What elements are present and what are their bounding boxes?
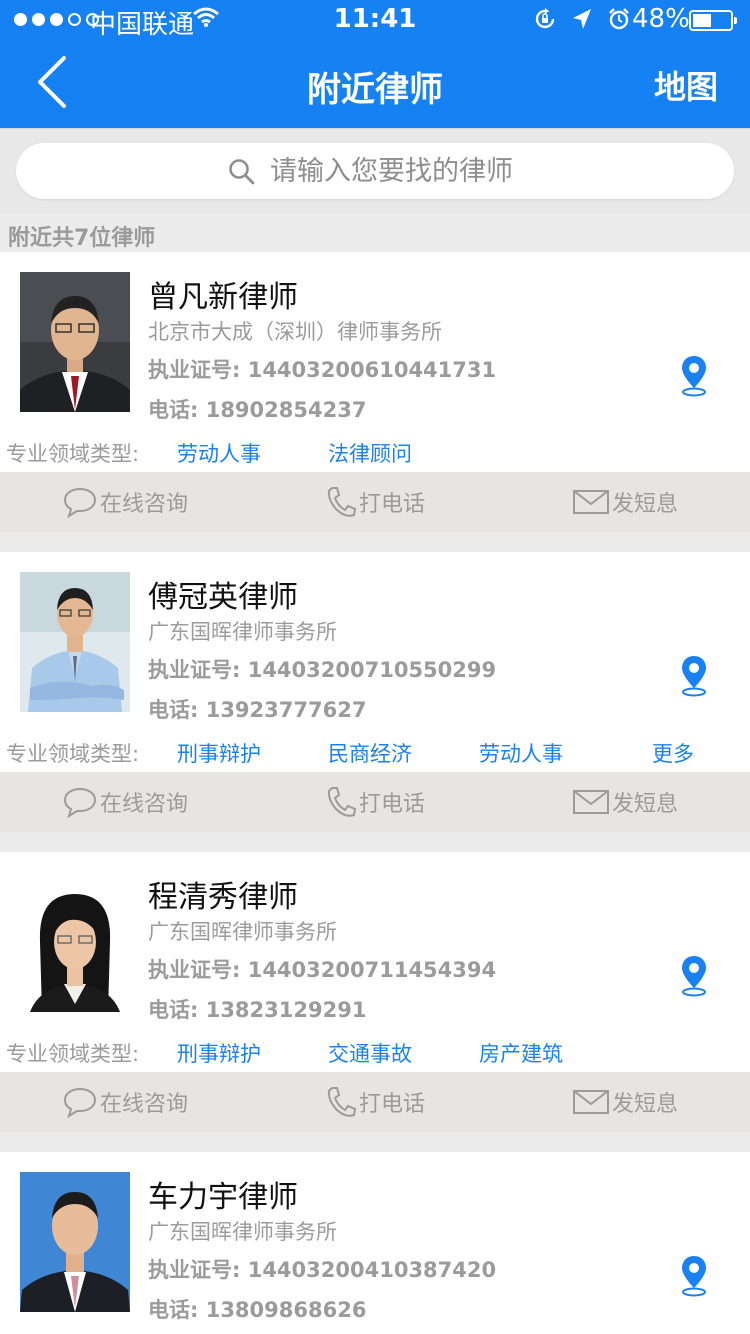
field-tag[interactable]: 劳动人事 <box>177 438 261 468</box>
search-field[interactable] <box>16 143 734 199</box>
alarm-icon <box>609 8 629 30</box>
phone-number: 电话: 13923777627 <box>148 698 367 722</box>
chat-bubble-icon <box>63 487 97 518</box>
online-consult-button[interactable]: 在线咨询 <box>62 1072 188 1132</box>
online-consult-button[interactable]: 在线咨询 <box>62 472 188 532</box>
call-button[interactable]: 打电话 <box>325 472 425 532</box>
page-title: 附近律师 <box>307 70 443 110</box>
result-count-bar: 附近共7位律师 <box>0 214 750 252</box>
law-firm: 广东国晖律师事务所 <box>148 1220 337 1244</box>
online-consult-label: 在线咨询 <box>100 492 189 517</box>
location-arrow-icon <box>573 9 591 29</box>
status-bar: 中国联通 11:41 48% <box>0 0 750 40</box>
call-button[interactable]: 打电话 <box>325 1072 425 1132</box>
orientation-lock-icon <box>535 8 555 29</box>
location-pin-icon[interactable] <box>680 954 708 998</box>
map-button[interactable]: 地图 <box>654 62 718 108</box>
battery-icon <box>689 10 737 31</box>
phone-icon <box>327 787 357 817</box>
lawyer-name[interactable]: 车力宇律师 <box>148 1172 298 1216</box>
chat-bubble-icon <box>63 1087 97 1118</box>
license-number: 执业证号: 14403200710550299 <box>148 658 497 682</box>
lawyer-card[interactable]: 傅冠英律师 广东国晖律师事务所 执业证号: 14403200710550299 … <box>0 552 750 832</box>
envelope-icon <box>573 490 609 514</box>
more-fields-link[interactable]: 更多 <box>652 738 694 768</box>
license-number: 执业证号: 14403200410387420 <box>148 1258 497 1282</box>
online-consult-button[interactable]: 在线咨询 <box>62 772 188 832</box>
license-number: 执业证号: 14403200610441731 <box>148 358 497 382</box>
law-firm: 广东国晖律师事务所 <box>148 620 337 644</box>
search-icon <box>229 159 255 185</box>
online-consult-label: 在线咨询 <box>100 792 189 817</box>
lawyer-name[interactable]: 曾凡新律师 <box>148 272 298 316</box>
phone-number: 电话: 13823129291 <box>148 998 367 1022</box>
fields-label: 专业领域类型: <box>6 742 140 766</box>
envelope-icon <box>573 790 609 814</box>
phone-number: 电话: 13809868626 <box>148 1298 367 1322</box>
send-sms-label: 发短息 <box>612 792 679 817</box>
fields-label: 专业领域类型: <box>6 442 140 466</box>
battery-percent: 48% <box>632 4 690 34</box>
field-tag[interactable]: 法律顾问 <box>328 438 412 468</box>
call-button[interactable]: 打电话 <box>325 772 425 832</box>
law-firm: 北京市大成（深圳）律师事务所 <box>148 320 442 344</box>
lawyer-card[interactable]: 曾凡新律师 北京市大成（深圳）律师事务所 执业证号: 1440320061044… <box>0 252 750 532</box>
call-label: 打电话 <box>359 792 426 817</box>
send-sms-label: 发短息 <box>612 1092 679 1117</box>
top-bar: 中国联通 11:41 48% 附近律师 地图 <box>0 0 750 128</box>
lawyer-photo <box>20 572 130 712</box>
phone-number: 电话: 18902854237 <box>148 398 367 422</box>
lawyer-name[interactable]: 程清秀律师 <box>148 872 298 916</box>
location-pin-icon[interactable] <box>680 354 708 398</box>
online-consult-label: 在线咨询 <box>100 1092 189 1117</box>
location-pin-icon[interactable] <box>680 654 708 698</box>
action-bar: 在线咨询 打电话 发短息 <box>0 1072 750 1132</box>
field-tag[interactable]: 劳动人事 <box>479 738 563 768</box>
search-bar <box>0 128 750 215</box>
envelope-icon <box>573 1090 609 1114</box>
license-number: 执业证号: 14403200711454394 <box>148 958 497 982</box>
field-tag[interactable]: 交通事故 <box>328 1038 412 1068</box>
send-sms-button[interactable]: 发短息 <box>572 772 678 832</box>
lawyer-photo <box>20 272 130 412</box>
fields-label: 专业领域类型: <box>6 1042 140 1066</box>
chat-bubble-icon <box>63 787 97 818</box>
send-sms-label: 发短息 <box>612 492 679 517</box>
action-bar: 在线咨询 打电话 发短息 <box>0 472 750 532</box>
phone-icon <box>327 1087 357 1117</box>
phone-icon <box>327 487 357 517</box>
lawyer-card[interactable]: 车力宇律师 广东国晖律师事务所 执业证号: 14403200410387420 … <box>0 1152 750 1334</box>
field-tag[interactable]: 民商经济 <box>328 738 412 768</box>
field-tag[interactable]: 房产建筑 <box>479 1038 563 1068</box>
field-tag[interactable]: 刑事辩护 <box>177 738 261 768</box>
lawyer-photo <box>20 1172 130 1312</box>
action-bar: 在线咨询 打电话 发短息 <box>0 772 750 832</box>
result-count: 附近共7位律师 <box>8 226 156 251</box>
lawyer-card[interactable]: 程清秀律师 广东国晖律师事务所 执业证号: 14403200711454394 … <box>0 852 750 1132</box>
field-tag[interactable]: 刑事辩护 <box>177 1038 261 1068</box>
call-label: 打电话 <box>359 492 426 517</box>
law-firm: 广东国晖律师事务所 <box>148 920 337 944</box>
location-pin-icon[interactable] <box>680 1254 708 1298</box>
call-label: 打电话 <box>359 1092 426 1117</box>
lawyer-name[interactable]: 傅冠英律师 <box>148 572 298 616</box>
send-sms-button[interactable]: 发短息 <box>572 1072 678 1132</box>
lawyer-photo <box>20 872 130 1012</box>
search-input[interactable] <box>270 143 690 199</box>
send-sms-button[interactable]: 发短息 <box>572 472 678 532</box>
